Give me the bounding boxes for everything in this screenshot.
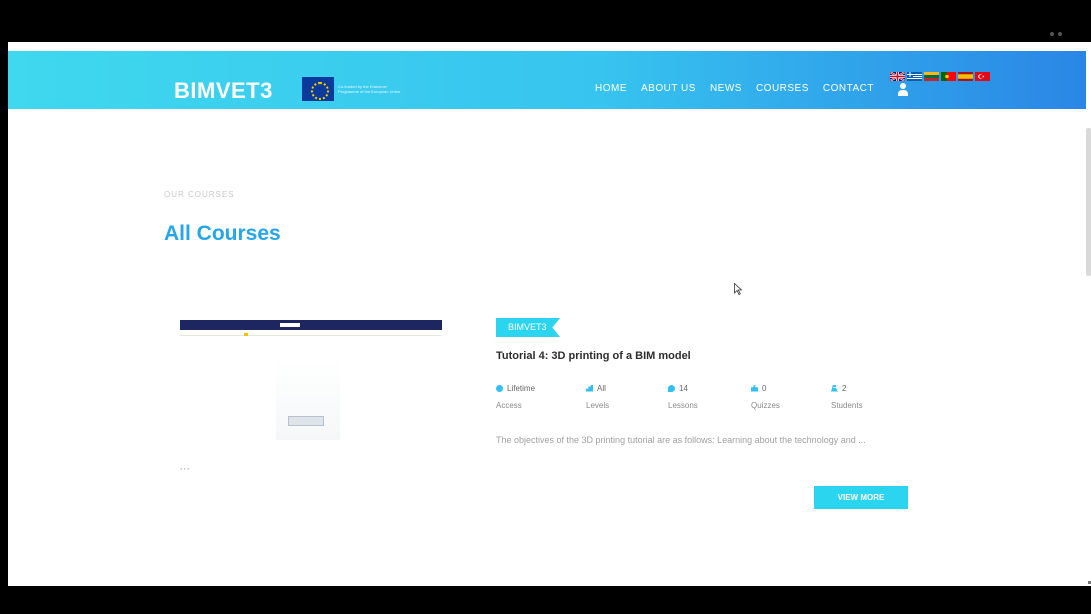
main-nav: HOME ABOUT US NEWS COURSES CONTACT (595, 83, 874, 94)
turkish-flag-icon[interactable] (975, 72, 990, 81)
nav-courses[interactable]: COURSES (756, 83, 809, 94)
site-logo[interactable]: BIMVET3 (174, 78, 273, 104)
spanish-flag-icon[interactable] (958, 72, 973, 81)
thumbnail-toolbar (180, 320, 442, 330)
uk-flag-icon[interactable] (890, 72, 905, 81)
user-account-icon[interactable] (898, 83, 908, 97)
meta-quizzes: 0 Quizzes (751, 382, 831, 416)
language-flags (890, 72, 990, 81)
thumbnail-caption: ● ● ● (180, 466, 190, 471)
meta-label: Quizzes (751, 401, 780, 410)
meta-label: Students (831, 401, 863, 410)
meta-levels: All Levels (586, 382, 666, 416)
nav-home[interactable]: HOME (595, 83, 627, 94)
nav-news[interactable]: NEWS (710, 83, 742, 94)
video-frame: BIMVET3 Co-funded by the Erasmus+ Progra… (0, 0, 1091, 614)
control-dot (1058, 32, 1062, 36)
eu-funding-logo: Co-funded by the Erasmus+ Programme of t… (302, 75, 410, 103)
thumbnail-marker (244, 333, 248, 336)
nav-contact[interactable]: CONTACT (823, 83, 874, 94)
chat-icon (668, 384, 675, 392)
portuguese-flag-icon[interactable] (941, 72, 956, 81)
nav-about-us[interactable]: ABOUT US (641, 83, 696, 94)
meta-access: Lifetime Access (496, 382, 576, 416)
course-thumbnail[interactable]: ● ● ● (180, 320, 446, 474)
page-scrollbar[interactable] (1086, 128, 1091, 276)
meta-value: 0 (762, 383, 767, 393)
greek-flag-icon[interactable] (907, 72, 922, 81)
meta-lessons: 14 Lessons (668, 382, 748, 416)
eu-flag-icon (302, 77, 334, 101)
mouse-cursor-icon (734, 283, 742, 295)
section-eyebrow: OUR COURSES (164, 190, 235, 199)
students-icon (831, 384, 838, 392)
site-header: BIMVET3 Co-funded by the Erasmus+ Progra… (8, 51, 1086, 109)
meta-label: Access (496, 401, 522, 410)
control-dot (1050, 32, 1054, 36)
lithuanian-flag-icon[interactable] (924, 72, 939, 81)
course-category-badge[interactable]: BIMVET3 (496, 318, 560, 337)
meta-value: 14 (679, 383, 688, 393)
meta-value: Lifetime (507, 383, 536, 393)
eu-funding-text: Co-funded by the Erasmus+ Programme of t… (338, 84, 401, 94)
view-more-button[interactable]: VIEW MORE (814, 486, 908, 509)
thumbnail-print-bed (288, 416, 324, 426)
course-title[interactable]: Tutorial 4: 3D printing of a BIM model (496, 350, 691, 362)
bar-chart-icon (586, 384, 593, 392)
course-description: The objectives of the 3D printing tutori… (496, 435, 866, 445)
course-meta: Lifetime Access All Levels 14 Lessons 0 … (496, 382, 876, 416)
meta-students: 2 Students (831, 382, 911, 416)
clock-icon (496, 384, 503, 392)
meta-label: Lessons (668, 401, 698, 410)
page-title: All Courses (164, 222, 281, 245)
browser-viewport: BIMVET3 Co-funded by the Erasmus+ Progra… (8, 42, 1091, 586)
thumbnail-subbar (180, 332, 442, 336)
meta-value: 2 (842, 383, 847, 393)
thumbs-up-icon (751, 384, 758, 392)
meta-label: Levels (586, 401, 610, 410)
thumbnail-tab (280, 323, 300, 327)
meta-value: All (597, 383, 606, 393)
window-controls (1050, 32, 1064, 38)
thumbnail-print-volume (276, 360, 340, 440)
